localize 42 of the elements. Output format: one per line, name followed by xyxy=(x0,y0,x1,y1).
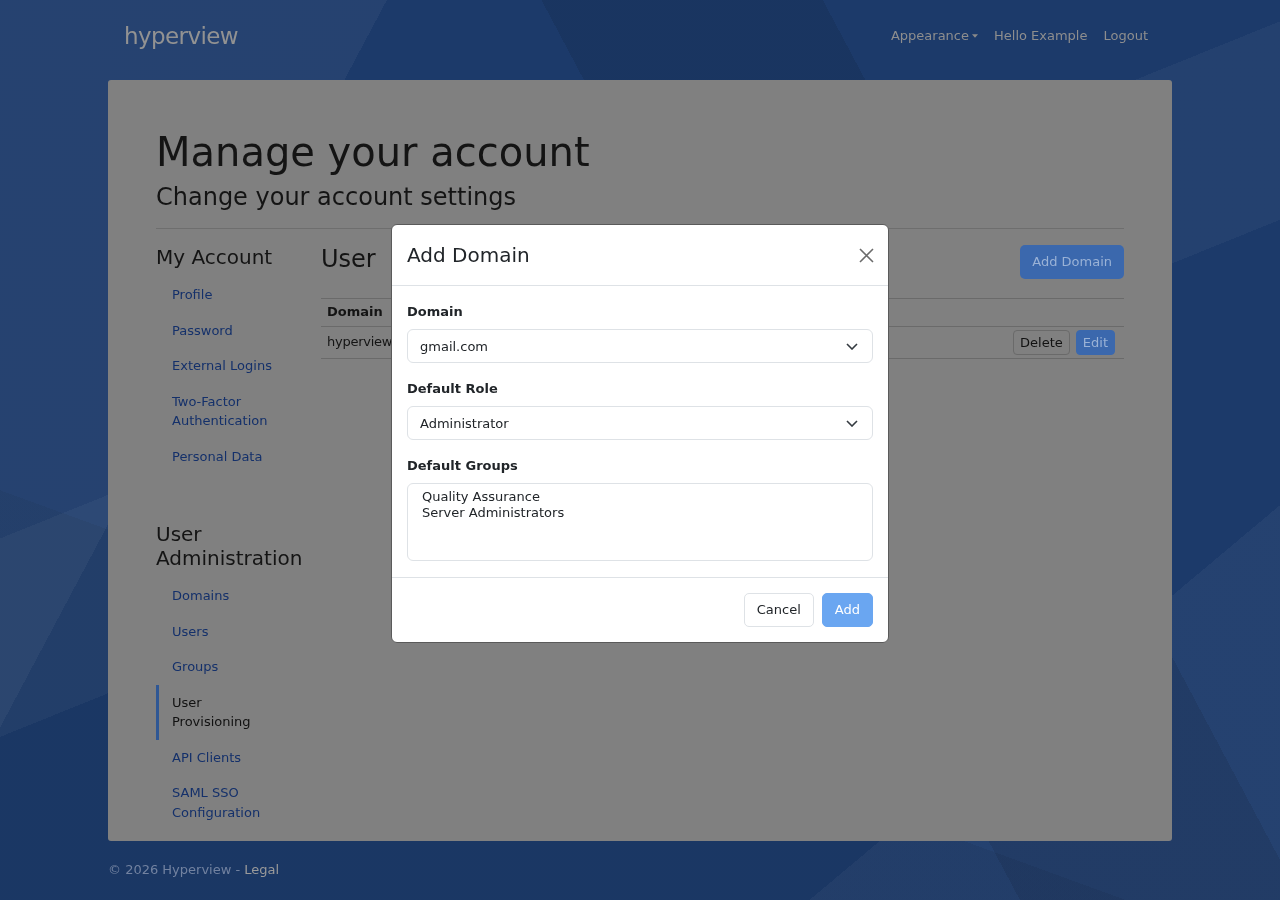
sidebar-link[interactable]: Two-Factor Authentication xyxy=(156,383,305,439)
caret-icon xyxy=(972,34,978,38)
appearance-menu[interactable]: Appearance xyxy=(882,26,986,46)
chevron-down-icon xyxy=(846,419,858,427)
sidebar-heading: My Account xyxy=(156,245,274,269)
nav-link[interactable]: Hello Example xyxy=(986,26,1096,46)
sidebar-link[interactable]: Personal Data xyxy=(156,438,305,474)
sidebar-link[interactable]: SAML SSO Configuration xyxy=(156,775,305,830)
dialog-title: Add Domain xyxy=(407,242,530,269)
sidebar-heading: User Administration xyxy=(156,522,304,570)
select-field[interactable]: gmail.com xyxy=(407,329,873,363)
sidebar-link[interactable]: User Provisioning xyxy=(156,684,305,740)
logo[interactable]: hyperview xyxy=(124,22,238,50)
page-subtitle: Change your account settings xyxy=(156,183,518,212)
field-label: Domain xyxy=(407,303,464,321)
field-label: Default Role xyxy=(407,380,499,398)
table-header-cell-text: Domain xyxy=(327,303,383,321)
select-field[interactable]: Administrator xyxy=(407,406,873,440)
legal-link[interactable]: Legal xyxy=(244,860,279,880)
edit-button[interactable]: Edit xyxy=(1075,329,1115,355)
sidebar-link[interactable]: External Logins xyxy=(156,348,305,384)
listbox-option[interactable]: Quality Assurance xyxy=(420,489,860,505)
add-domain-button[interactable]: Add Domain xyxy=(1020,245,1124,279)
copyright-text: © 2026 Hyperview - xyxy=(108,861,241,879)
nav-link[interactable]: Logout xyxy=(1095,26,1156,46)
page-title: Manage your account xyxy=(156,128,591,176)
sidebar-link[interactable]: Groups xyxy=(156,649,305,685)
delete-button[interactable]: Delete xyxy=(1013,329,1070,355)
section-title: User xyxy=(321,245,376,274)
listbox-field[interactable]: Quality Assurance Server Administrators xyxy=(407,483,873,561)
listbox-option[interactable]: Server Administrators xyxy=(420,505,860,521)
sidebar-link[interactable]: Domains xyxy=(156,578,305,614)
chevron-down-icon xyxy=(846,342,858,350)
sidebar-link[interactable]: API Clients xyxy=(156,739,305,775)
sidebar-link[interactable]: Users xyxy=(156,613,305,649)
close-icon xyxy=(859,247,874,263)
table-cell-text: hyperview xyxy=(327,333,393,352)
sidebar-link[interactable]: Profile xyxy=(156,277,305,313)
close-button[interactable] xyxy=(859,247,874,263)
field-label: Default Groups xyxy=(407,457,519,475)
sidebar-link[interactable]: Password xyxy=(156,312,305,348)
cancel-button[interactable]: Cancel xyxy=(743,593,814,627)
